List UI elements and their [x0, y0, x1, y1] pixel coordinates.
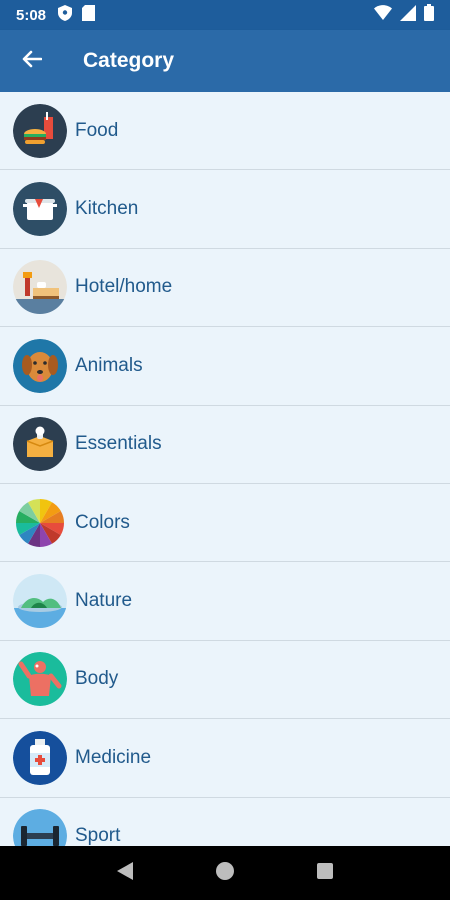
back-button[interactable] [0, 30, 64, 92]
status-bar: 5:08 [0, 0, 450, 30]
status-time: 5:08 [16, 6, 47, 24]
category-label: Medicine [75, 746, 152, 768]
color-wheel-icon [13, 495, 67, 550]
category-item-colors[interactable]: Colors [0, 483, 450, 563]
square-recents-icon [316, 862, 334, 885]
category-item-food[interactable]: Food [0, 92, 450, 171]
kitchen-pot-icon [13, 182, 67, 237]
nav-recents-button[interactable] [305, 853, 345, 893]
category-label: Animals [75, 354, 143, 376]
category-item-animals[interactable]: Animals [0, 327, 450, 406]
battery-icon [424, 4, 434, 26]
category-item-essentials[interactable]: Essentials [0, 405, 450, 484]
category-item-hotel-home[interactable]: Hotel/home [0, 248, 450, 328]
dog-icon [13, 338, 67, 393]
nav-home-button[interactable] [205, 853, 245, 893]
nature-island-icon [13, 574, 67, 629]
essentials-box-icon [13, 417, 67, 472]
medicine-bottle-icon [13, 730, 67, 785]
system-navigation-bar [0, 846, 450, 900]
hotel-bed-icon [13, 260, 67, 315]
category-label: Kitchen [75, 198, 139, 220]
food-icon [13, 103, 67, 158]
wifi-icon [374, 5, 392, 25]
category-label: Colors [75, 511, 130, 533]
category-label: Hotel/home [75, 276, 173, 298]
category-list[interactable]: Food Kitchen Hotel/home Animals Essentia… [0, 92, 450, 846]
category-label: Nature [75, 590, 133, 612]
category-label: Food [75, 119, 119, 141]
category-label: Essentials [75, 433, 162, 455]
category-label: Sport [75, 825, 121, 846]
category-item-nature[interactable]: Nature [0, 562, 450, 641]
app-bar: Category [0, 30, 450, 92]
arrow-back-icon [22, 50, 43, 73]
body-icon [13, 652, 67, 707]
circle-home-icon [215, 861, 235, 886]
signal-icon [400, 4, 416, 26]
sport-dumbbell-icon [13, 809, 67, 846]
category-label: Body [75, 668, 119, 690]
page-title: Category [83, 49, 175, 72]
nav-back-button[interactable] [105, 853, 145, 893]
triangle-back-icon [116, 861, 134, 886]
category-item-sport[interactable]: Sport [0, 797, 450, 846]
category-item-kitchen[interactable]: Kitchen [0, 170, 450, 249]
shield-icon [58, 4, 73, 26]
category-item-body[interactable]: Body [0, 640, 450, 720]
sd-card-icon [82, 4, 96, 26]
category-item-medicine[interactable]: Medicine [0, 719, 450, 798]
